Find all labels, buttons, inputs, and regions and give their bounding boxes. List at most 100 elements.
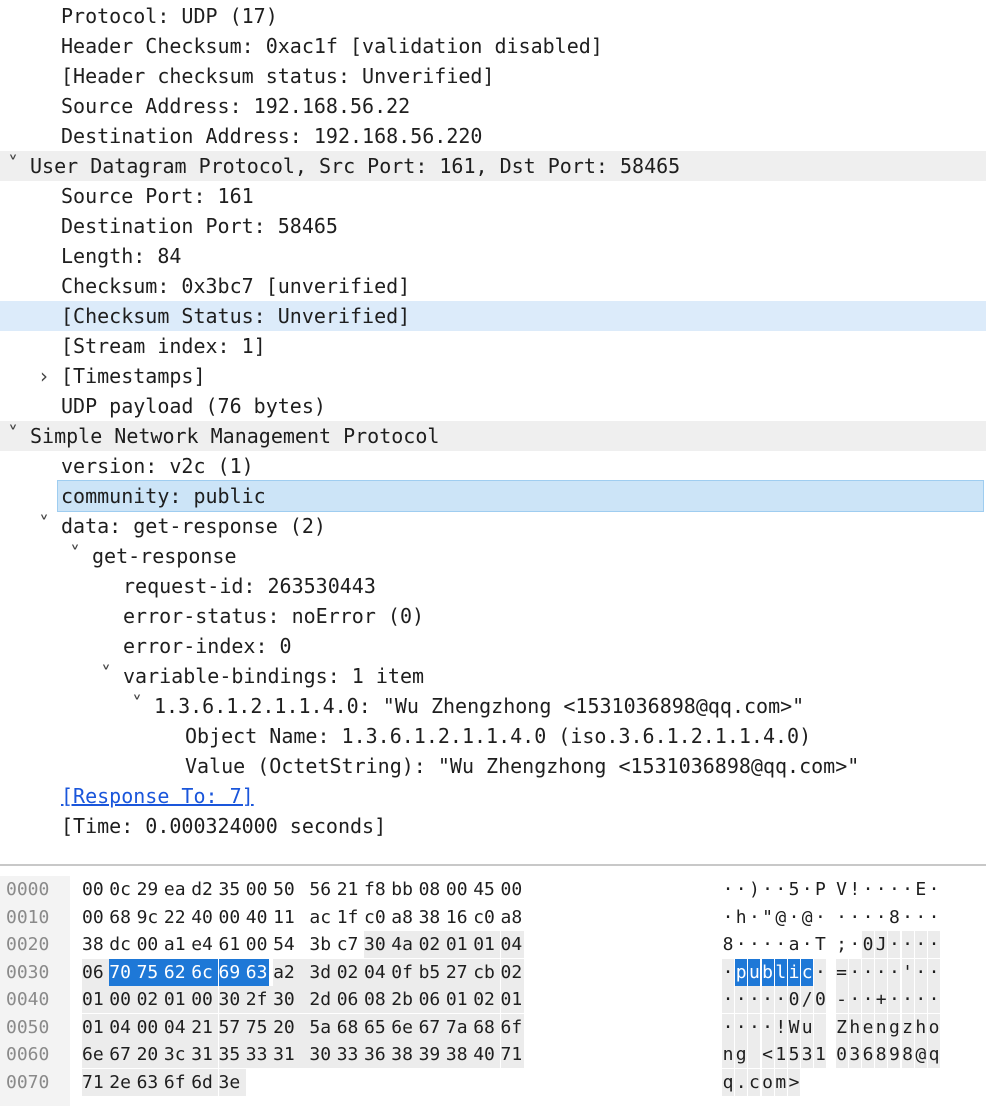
- ascii-char[interactable]: ·: [735, 1013, 748, 1041]
- hex-byte[interactable]: 40: [246, 904, 269, 931]
- ascii-char[interactable]: P: [814, 876, 826, 903]
- ascii-char[interactable]: g: [735, 1041, 748, 1068]
- hex-byte[interactable]: 75: [136, 958, 164, 986]
- ascii-char[interactable]: ·: [801, 876, 813, 903]
- ascii-char[interactable]: ·: [862, 876, 874, 903]
- hex-byte[interactable]: 40: [473, 1041, 501, 1068]
- tree-row[interactable]: Source Port: 161: [0, 181, 986, 211]
- hex-byte[interactable]: 40: [191, 904, 214, 931]
- tree-row[interactable]: Checksum: 0x3bc7 [unverified]: [0, 271, 986, 301]
- ascii-char[interactable]: <: [761, 1041, 774, 1068]
- hex-byte[interactable]: 38: [445, 1041, 474, 1068]
- chevron-right-icon[interactable]: ›: [34, 361, 54, 391]
- hex-byte[interactable]: 02: [473, 986, 501, 1013]
- hex-byte[interactable]: 33: [336, 1041, 364, 1068]
- ascii-char[interactable]: ·: [928, 876, 940, 903]
- hex-byte[interactable]: 61: [219, 931, 242, 958]
- ascii-char[interactable]: u: [748, 958, 761, 986]
- hex-byte[interactable]: 01: [500, 986, 524, 1013]
- hex-byte[interactable]: 5a: [309, 1013, 337, 1041]
- hex-byte[interactable]: a1: [164, 931, 187, 958]
- hex-byte[interactable]: 2b: [391, 986, 419, 1013]
- ascii-char[interactable]: 3: [848, 1041, 861, 1068]
- ascii-char[interactable]: ·: [722, 986, 734, 1013]
- ascii-char[interactable]: ·: [748, 931, 760, 958]
- ascii-char[interactable]: q: [722, 1068, 734, 1096]
- ascii-char[interactable]: ·: [888, 986, 901, 1013]
- ascii-char[interactable]: p: [735, 958, 748, 986]
- ascii-char[interactable]: @: [801, 904, 813, 931]
- hex-row[interactable]: 0010 00 68 9c 22 40 00 40 11 ac 1f c0 a8 38 16 c0 a8 · h · "…: [0, 904, 986, 931]
- hex-byte[interactable]: 0c: [109, 876, 132, 903]
- ascii-char[interactable]: @: [775, 904, 787, 931]
- hex-byte[interactable]: 1f: [337, 904, 360, 931]
- hex-byte[interactable]: 9c: [137, 904, 160, 931]
- ascii-char[interactable]: ": [762, 904, 774, 931]
- ascii-char[interactable]: T: [814, 931, 826, 958]
- ascii-char[interactable]: ·: [901, 986, 914, 1013]
- hex-byte[interactable]: 6e: [391, 1013, 419, 1041]
- hex-byte[interactable]: 0f: [391, 958, 419, 986]
- hex-byte[interactable]: 54: [273, 931, 296, 958]
- ascii-char[interactable]: ': [901, 958, 914, 986]
- hex-byte[interactable]: 39: [418, 1041, 446, 1068]
- hex-byte[interactable]: f8: [364, 876, 387, 903]
- hex-byte[interactable]: e4: [191, 931, 214, 958]
- ascii-char[interactable]: m: [774, 1068, 787, 1096]
- ascii-char[interactable]: ·: [875, 876, 887, 903]
- hex-byte[interactable]: 2e: [109, 1068, 137, 1096]
- ascii-char[interactable]: 0: [835, 1041, 848, 1068]
- ascii-char[interactable]: 8: [875, 1041, 888, 1068]
- ascii-char[interactable]: ·: [722, 876, 734, 903]
- ascii-char[interactable]: g: [888, 1013, 901, 1041]
- hex-byte[interactable]: 04: [500, 931, 524, 958]
- tree-row[interactable]: ˅ variable-bindings: 1 item: [0, 661, 986, 691]
- hex-byte[interactable]: 65: [364, 1013, 392, 1041]
- hex-byte[interactable]: 21: [337, 876, 360, 903]
- hex-byte[interactable]: 00: [219, 904, 242, 931]
- ascii-char[interactable]: ·: [888, 958, 901, 986]
- ascii-char[interactable]: n: [875, 1013, 888, 1041]
- ascii-char[interactable]: ·: [914, 931, 927, 958]
- tree-row[interactable]: Object Name: 1.3.6.1.2.1.1.4.0 (iso.3.6.…: [0, 721, 986, 751]
- ascii-char[interactable]: q: [928, 1041, 940, 1068]
- hex-byte[interactable]: 3e: [218, 1068, 246, 1096]
- chevron-down-icon[interactable]: ˅: [34, 509, 54, 539]
- ascii-char[interactable]: ·: [761, 1013, 774, 1041]
- ascii-char[interactable]: ·: [862, 904, 874, 931]
- ascii-char[interactable]: ·: [735, 986, 748, 1013]
- tree-row[interactable]: [Time: 0.000324000 seconds]: [0, 811, 986, 841]
- hex-byte[interactable]: a8: [501, 904, 524, 931]
- ascii-char[interactable]: ·: [748, 986, 761, 1013]
- ascii-char[interactable]: ·: [902, 904, 914, 931]
- hex-byte[interactable]: 56: [309, 876, 332, 903]
- hex-byte[interactable]: 35: [218, 1041, 246, 1068]
- ascii-char[interactable]: ·: [788, 904, 800, 931]
- ascii-char[interactable]: [814, 1013, 827, 1041]
- tree-row[interactable]: request-id: 263530443: [0, 571, 986, 601]
- hex-byte[interactable]: 02: [136, 986, 164, 1013]
- ascii-char[interactable]: =: [835, 958, 848, 986]
- tree-row[interactable]: error-status: noError (0): [0, 601, 986, 631]
- ascii-char[interactable]: ·: [928, 958, 940, 986]
- hex-byte[interactable]: 00: [501, 876, 524, 903]
- hex-row[interactable]: 0020 38 dc 00 a1 e4 61 00 54 3b c7 30 4a 02 01 01 04 8 · · ·…: [0, 931, 986, 958]
- hex-byte[interactable]: 68: [473, 1013, 501, 1041]
- ascii-char[interactable]: ·: [914, 986, 927, 1013]
- ascii-char[interactable]: -: [835, 986, 848, 1013]
- hex-byte[interactable]: 38: [419, 904, 442, 931]
- ascii-char[interactable]: ·: [814, 958, 827, 986]
- hex-byte[interactable]: a2: [273, 958, 310, 986]
- chevron-down-icon[interactable]: ˅: [3, 149, 23, 179]
- hex-byte[interactable]: 04: [163, 1013, 192, 1041]
- hex-byte[interactable]: b5: [418, 958, 446, 986]
- hex-byte[interactable]: 2f: [245, 986, 274, 1013]
- ascii-char[interactable]: a: [788, 931, 800, 958]
- hex-byte[interactable]: 3c: [163, 1041, 192, 1068]
- ascii-char[interactable]: ·: [762, 931, 774, 958]
- hex-byte[interactable]: 21: [191, 1013, 219, 1041]
- hex-byte[interactable]: 6d: [191, 1068, 219, 1096]
- hex-byte[interactable]: 20: [136, 1041, 164, 1068]
- tree-row[interactable]: ˅ User Datagram Protocol, Src Port: 161, …: [0, 151, 986, 181]
- ascii-char[interactable]: 8: [901, 1041, 914, 1068]
